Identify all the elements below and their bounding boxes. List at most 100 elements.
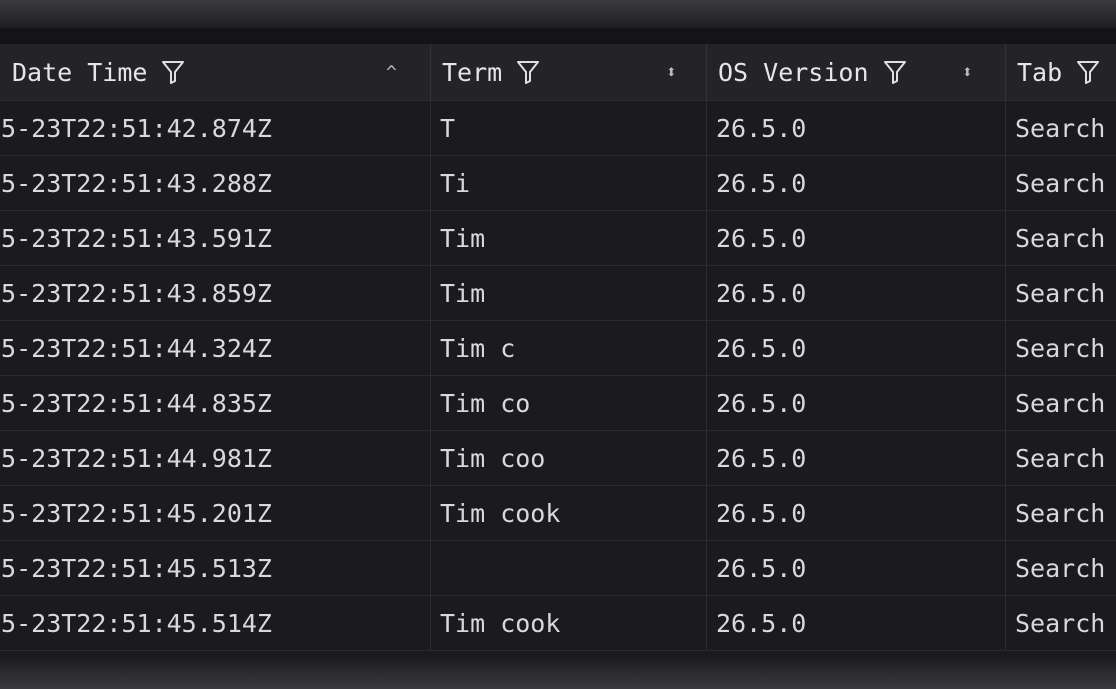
column-separator <box>706 596 707 650</box>
column-header-date-time[interactable]: Date Time <box>12 44 185 100</box>
data-table: Date Time ^ Term ⬍ OS Version ⬍ Tab 05-2… <box>0 44 1116 651</box>
cell-term-text: Ti <box>440 168 471 198</box>
cell-term: Tim cook <box>440 596 705 650</box>
cell-term: Tim <box>440 211 705 265</box>
cell-date-time-text: 05-23T22:51:44.981Z <box>0 443 272 473</box>
table-row[interactable]: 05-23T22:51:45.514Z Tim cook 26.5.0 Search <box>0 596 1116 651</box>
table-row[interactable]: 05-23T22:51:43.591Z Tim 26.5.0 Search <box>0 211 1116 266</box>
column-separator <box>1005 211 1006 265</box>
cell-tab-text: Search <box>1015 553 1106 583</box>
table-row[interactable]: 05-23T22:51:43.859Z Tim 26.5.0 Search <box>0 266 1116 321</box>
filter-icon[interactable] <box>516 59 540 85</box>
cell-date-time: 05-23T22:51:43.859Z <box>0 266 430 320</box>
column-header-label: Tab <box>1017 57 1063 87</box>
cell-term: Tim c <box>440 321 705 375</box>
cell-os-version: 26.5.0 <box>716 376 1006 430</box>
cell-date-time: 05-23T22:51:42.874Z <box>0 101 430 155</box>
cell-os-version: 26.5.0 <box>716 156 1006 210</box>
cell-date-time-text: 05-23T22:51:45.514Z <box>0 608 272 638</box>
cell-date-time: 05-23T22:51:44.835Z <box>0 376 430 430</box>
table-row[interactable]: 05-23T22:51:43.288Z Ti 26.5.0 Search <box>0 156 1116 211</box>
cell-tab-text: Search <box>1015 168 1106 198</box>
cell-os-version-text: 26.5.0 <box>716 498 807 528</box>
column-separator <box>1005 266 1006 320</box>
column-header-tab[interactable]: Tab <box>1017 44 1100 100</box>
table-top-border <box>0 28 1116 44</box>
column-separator <box>706 44 707 100</box>
cell-date-time: 05-23T22:51:44.981Z <box>0 431 430 485</box>
sort-unsorted-icon[interactable]: ⬍ <box>666 44 677 100</box>
column-separator <box>706 431 707 485</box>
column-separator <box>430 321 431 375</box>
table-row[interactable]: 05-23T22:51:44.324Z Tim c 26.5.0 Search <box>0 321 1116 376</box>
sort-unsorted-icon[interactable]: ⬍ <box>962 44 973 100</box>
column-separator <box>706 101 707 155</box>
cell-term-text: Tim cook <box>440 608 561 638</box>
cell-term: Tim coo <box>440 431 705 485</box>
cell-tab: Search <box>1015 431 1116 485</box>
table-body: 05-23T22:51:42.874Z T 26.5.0 Search 05-23T22… <box>0 101 1116 651</box>
column-separator <box>430 596 431 650</box>
cell-os-version-text: 26.5.0 <box>716 388 807 418</box>
column-separator <box>706 156 707 210</box>
cell-os-version: 26.5.0 <box>716 486 1006 540</box>
column-separator <box>1005 376 1006 430</box>
cell-tab: Search <box>1015 541 1116 595</box>
sort-ascending-icon[interactable]: ^ <box>386 44 397 100</box>
cell-os-version: 26.5.0 <box>716 431 1006 485</box>
column-header-label: Date Time <box>12 57 148 87</box>
cell-os-version-text: 26.5.0 <box>716 443 807 473</box>
cell-term-text: Tim cook <box>440 498 561 528</box>
blurred-bottom-edge <box>0 659 1116 689</box>
column-separator <box>430 376 431 430</box>
cell-tab-text: Search <box>1015 388 1106 418</box>
table-row[interactable]: 05-23T22:51:44.835Z Tim co 26.5.0 Search <box>0 376 1116 431</box>
column-header-os-version[interactable]: OS Version <box>718 44 907 100</box>
filter-icon[interactable] <box>883 59 907 85</box>
cell-os-version: 26.5.0 <box>716 321 1006 375</box>
column-separator <box>1005 156 1006 210</box>
column-header-label: Term <box>442 57 503 87</box>
cell-tab: Search <box>1015 596 1116 650</box>
column-separator <box>1005 44 1006 100</box>
column-separator <box>706 541 707 595</box>
cell-date-time: 05-23T22:51:45.514Z <box>0 596 430 650</box>
cell-os-version: 26.5.0 <box>716 101 1006 155</box>
cell-os-version: 26.5.0 <box>716 266 1006 320</box>
cell-term-text: Tim coo <box>440 443 546 473</box>
table-row[interactable]: 05-23T22:51:44.981Z Tim coo 26.5.0 Search <box>0 431 1116 486</box>
filter-icon[interactable] <box>1076 59 1100 85</box>
cell-term: Ti <box>440 156 705 210</box>
cell-term <box>440 541 705 595</box>
sort-glyph: ^ <box>386 61 397 83</box>
cell-os-version-text: 26.5.0 <box>716 608 807 638</box>
cell-date-time-text: 05-23T22:51:43.591Z <box>0 223 272 253</box>
filter-icon[interactable] <box>161 59 185 85</box>
table-row[interactable]: 05-23T22:51:45.513Z 26.5.0 Search <box>0 541 1116 596</box>
column-separator <box>1005 541 1006 595</box>
column-separator <box>430 101 431 155</box>
cell-os-version: 26.5.0 <box>716 211 1006 265</box>
cell-date-time-text: 05-23T22:51:42.874Z <box>0 113 272 143</box>
table-row[interactable]: 05-23T22:51:45.201Z Tim cook 26.5.0 Search <box>0 486 1116 541</box>
cell-date-time-text: 05-23T22:51:44.835Z <box>0 388 272 418</box>
column-separator <box>430 486 431 540</box>
column-separator <box>430 211 431 265</box>
table-row[interactable]: 05-23T22:51:42.874Z T 26.5.0 Search <box>0 101 1116 156</box>
cell-os-version-text: 26.5.0 <box>716 553 807 583</box>
cell-term-text: Tim <box>440 278 486 308</box>
cell-os-version-text: 26.5.0 <box>716 333 807 363</box>
cell-os-version-text: 26.5.0 <box>716 168 807 198</box>
cell-date-time-text: 05-23T22:51:45.201Z <box>0 498 272 528</box>
cell-date-time-text: 05-23T22:51:43.288Z <box>0 168 272 198</box>
column-separator <box>430 156 431 210</box>
column-separator <box>1005 321 1006 375</box>
sort-glyph: ⬍ <box>962 61 973 83</box>
column-header-term[interactable]: Term <box>442 44 540 100</box>
cell-tab-text: Search <box>1015 223 1106 253</box>
blurred-top-edge <box>0 0 1116 28</box>
cell-tab: Search <box>1015 211 1116 265</box>
cell-tab: Search <box>1015 321 1116 375</box>
cell-tab: Search <box>1015 486 1116 540</box>
column-separator <box>706 266 707 320</box>
